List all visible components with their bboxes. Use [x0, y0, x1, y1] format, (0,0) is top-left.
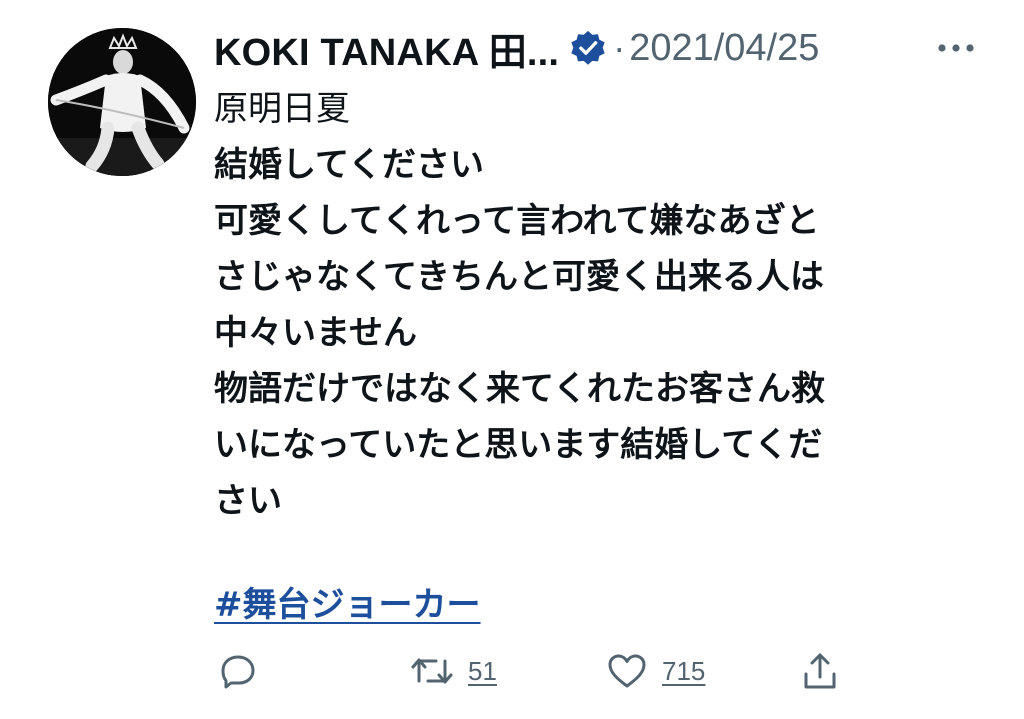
tweet-actions: 51 715: [214, 648, 934, 694]
share-icon: [804, 653, 836, 689]
retweet-count[interactable]: 51: [468, 656, 497, 687]
tweet-line: さい: [214, 481, 282, 521]
tweet-line: 結婚してください: [214, 145, 484, 185]
tweet-header: KOKI TANAKA 田... · 2021/04/25: [214, 22, 1004, 74]
more-options-icon: [938, 44, 974, 52]
retweet-button[interactable]: 51: [410, 648, 497, 694]
tweet-text: 原明日夏 結婚してください 可愛くしてくれって言われて嫌なあざと さじゃなくてき…: [214, 81, 954, 529]
like-count[interactable]: 715: [662, 656, 705, 687]
reply-button[interactable]: [218, 648, 258, 694]
hashtag-link[interactable]: #舞台ジョーカー: [214, 580, 481, 630]
like-button[interactable]: 715: [606, 648, 705, 694]
tweet-date[interactable]: 2021/04/25: [629, 27, 819, 70]
tweet-line: 物語だけではなく来てくれたお客さん救: [214, 369, 825, 409]
more-options-button[interactable]: [934, 30, 978, 66]
verified-badge-icon: [569, 29, 607, 67]
avatar-photo: [48, 28, 196, 176]
retweet-icon: [411, 658, 453, 684]
tweet-line: 可愛くしてくれって言われて嫌なあざと: [214, 201, 820, 241]
tweet-line: 中々いません: [214, 313, 417, 353]
reply-icon: [221, 655, 255, 689]
avatar[interactable]: [48, 28, 196, 176]
heart-icon: [608, 654, 646, 688]
tweet[interactable]: KOKI TANAKA 田... · 2021/04/25 原明日夏 結婚してく…: [0, 0, 1024, 719]
author-name[interactable]: KOKI TANAKA 田...: [214, 21, 559, 76]
share-button[interactable]: [800, 648, 840, 694]
header-separator: ·: [613, 27, 626, 68]
tweet-line: いになっていたと思います結婚してくだ: [214, 425, 823, 465]
tweet-line: さじゃなくてきちんと可愛く出来る人は: [214, 257, 824, 297]
tweet-line: 原明日夏: [214, 89, 350, 129]
